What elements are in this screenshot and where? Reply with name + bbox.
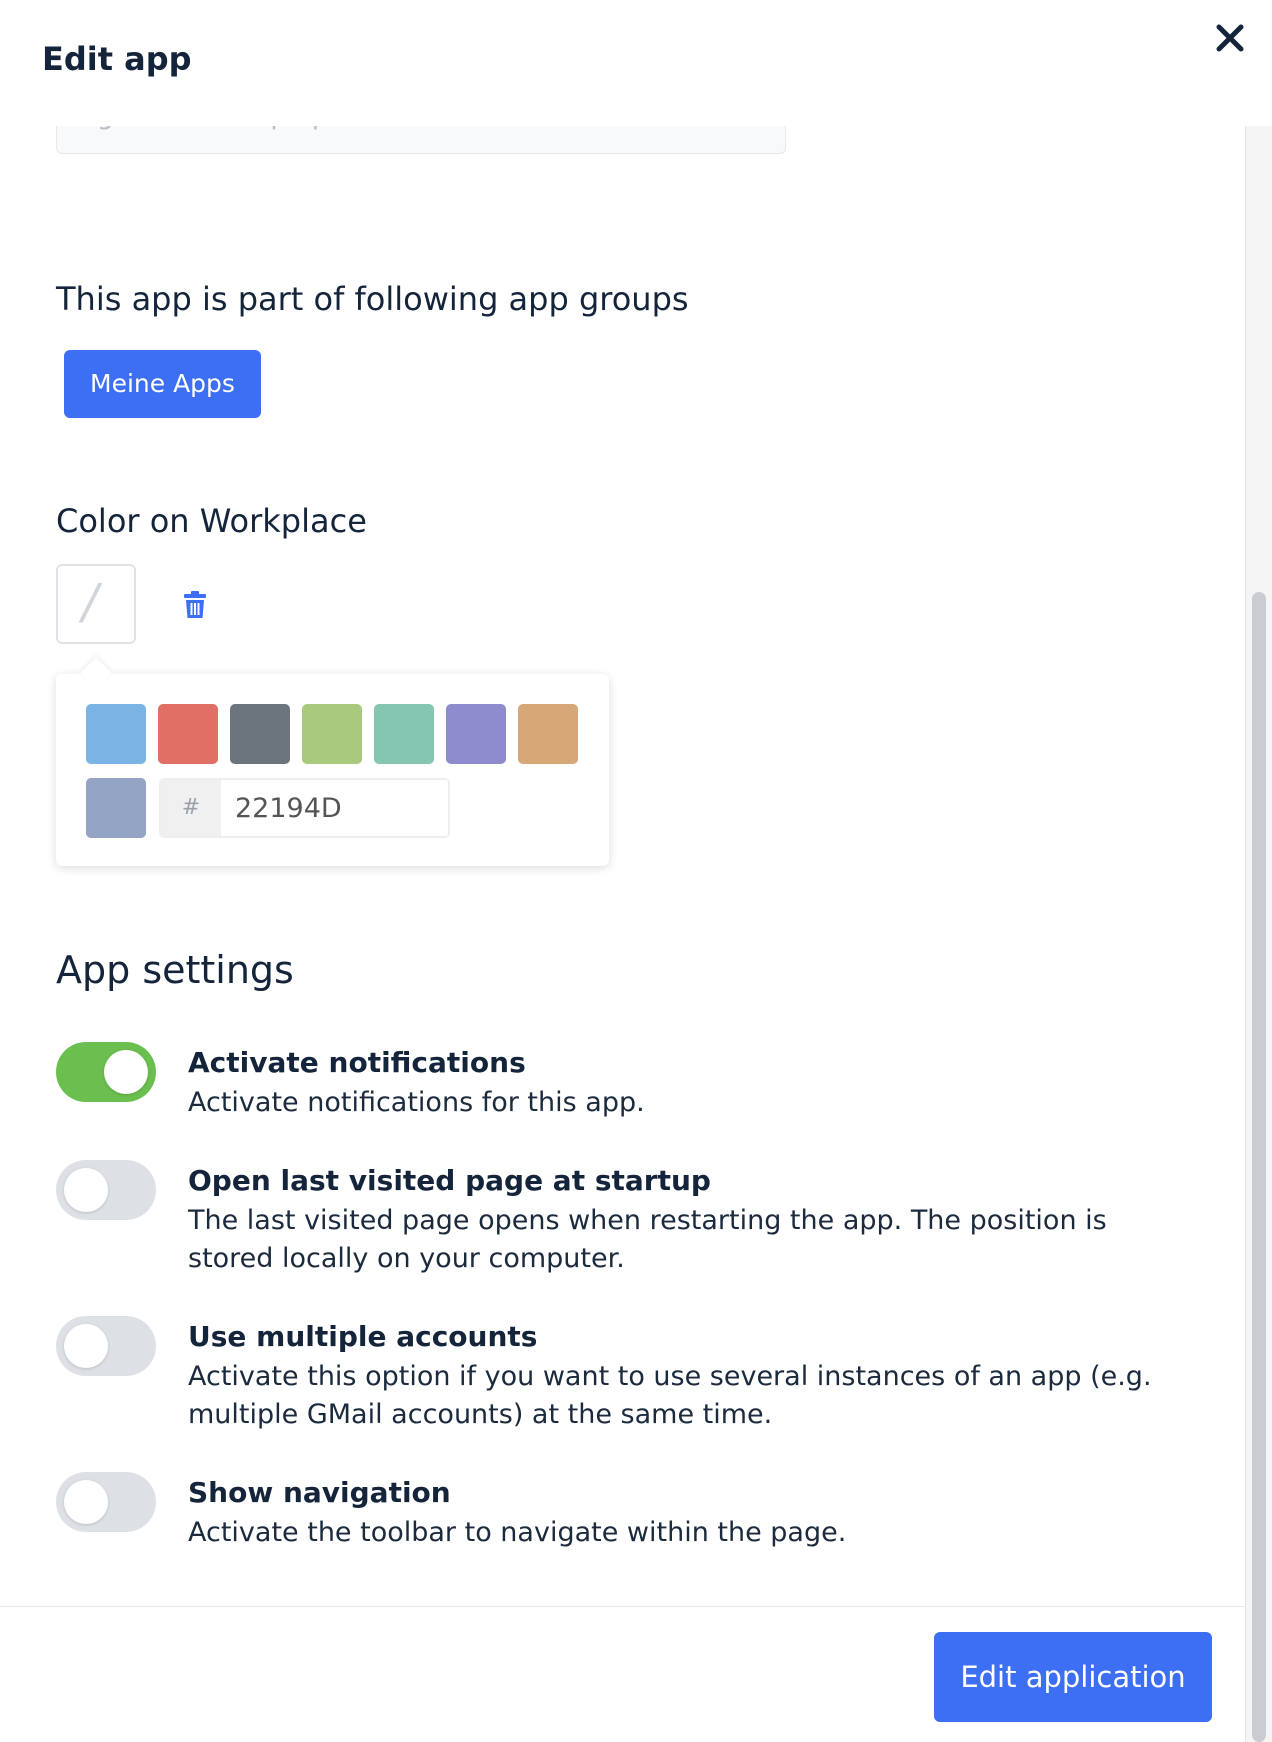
setting-description: Activate this option if you want to use … (188, 1361, 1152, 1430)
color-swatch[interactable] (158, 704, 218, 764)
modal-header: Edit app (0, 0, 1272, 126)
edit-application-button[interactable]: Edit application (934, 1632, 1212, 1722)
color-picker-popover: # (56, 657, 609, 866)
toggle-knob (104, 1050, 148, 1094)
popover-arrow (80, 657, 112, 689)
edit-app-modal: Edit app g . . . . . . . . . p . p This … (0, 0, 1272, 1742)
color-swatch[interactable] (446, 704, 506, 764)
setting-description: Activate the toolbar to navigate within … (188, 1517, 847, 1548)
color-heading: Color on Workplace (56, 502, 367, 540)
hex-color-input[interactable] (221, 780, 448, 836)
multiple-accounts-toggle[interactable] (56, 1316, 156, 1376)
modal-body[interactable]: g . . . . . . . . . p . p This app is pa… (0, 126, 1245, 1606)
app-settings-heading: App settings (56, 948, 294, 992)
color-swatch[interactable] (374, 704, 434, 764)
hex-color-field: # (159, 778, 450, 838)
color-swatch[interactable] (230, 704, 290, 764)
setting-title: Show navigation (188, 1476, 451, 1509)
toggle-knob (64, 1480, 108, 1524)
color-swatch[interactable] (86, 778, 146, 838)
color-swatch[interactable] (302, 704, 362, 764)
modal-footer: Edit application (0, 1606, 1245, 1742)
app-group-chip[interactable]: Meine Apps (64, 350, 261, 418)
app-groups-heading: This app is part of following app groups (56, 280, 689, 318)
no-color-glyph: / (82, 574, 99, 630)
show-navigation-toggle[interactable] (56, 1472, 156, 1532)
toggle-knob (64, 1324, 108, 1368)
close-icon[interactable] (1210, 18, 1250, 58)
color-swatch[interactable] (518, 704, 578, 764)
modal-title: Edit app (42, 40, 192, 78)
hex-prefix-label: # (161, 780, 221, 836)
setting-title: Open last visited page at startup (188, 1164, 711, 1197)
color-swatch[interactable] (86, 704, 146, 764)
setting-description: Activate notifications for this app. (188, 1087, 645, 1118)
trash-icon[interactable] (182, 590, 208, 620)
scrollbar-thumb[interactable] (1252, 592, 1266, 1742)
description-field[interactable]: g . . . . . . . . . p . p (56, 126, 786, 154)
setting-title: Use multiple accounts (188, 1320, 538, 1353)
open-last-page-toggle[interactable] (56, 1160, 156, 1220)
toggle-knob (64, 1168, 108, 1212)
description-field-placeholder: g . . . . . . . . . p . p (97, 126, 328, 131)
color-preview-button[interactable]: / (56, 564, 136, 644)
notifications-toggle[interactable] (56, 1042, 156, 1102)
setting-title: Activate notifications (188, 1046, 526, 1079)
setting-description: The last visited page opens when restart… (188, 1205, 1107, 1274)
